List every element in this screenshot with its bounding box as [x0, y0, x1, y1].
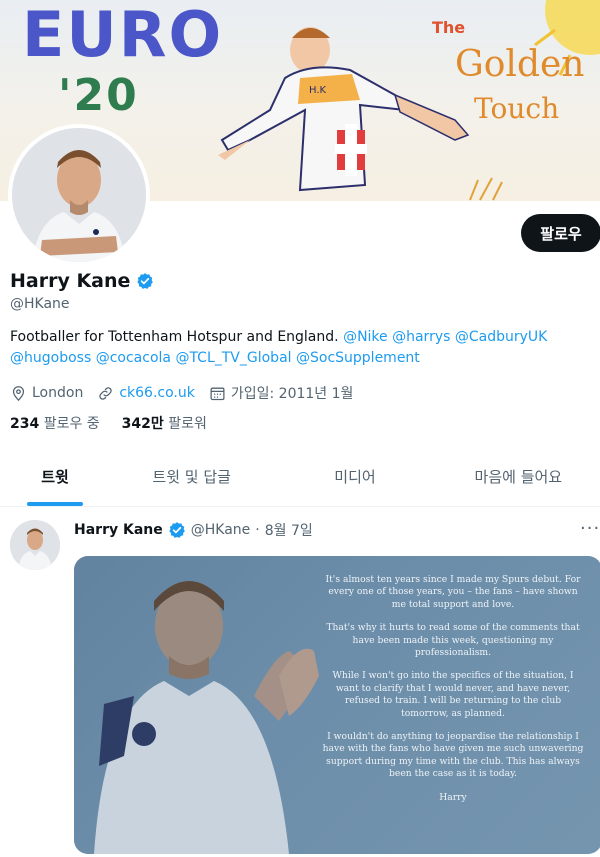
shirt-initials: H.K	[309, 85, 327, 96]
following-count: 234	[10, 416, 40, 432]
bio-text: Footballer for Tottenham Hotspur and Eng…	[10, 329, 339, 345]
bio-mention-socsupplement[interactable]: @SocSupplement	[296, 350, 420, 366]
calendar-icon	[210, 387, 225, 400]
profile-location: London	[10, 385, 83, 402]
statement-paragraph: It's almost ten years since I made my Sp…	[325, 574, 581, 610]
verified-badge-icon	[169, 522, 185, 538]
tweet-author-name[interactable]: Harry Kane	[74, 522, 163, 538]
profile-name: Harry Kane	[10, 270, 131, 292]
tweet-author-handle[interactable]: @HKane	[191, 522, 251, 538]
tab-media[interactable]: 미디어	[273, 447, 436, 506]
tweet-avatar[interactable]	[10, 520, 60, 570]
bio-mention-cadburyuk[interactable]: @CadburyUK	[455, 329, 547, 345]
more-icon[interactable]: ···	[580, 518, 600, 539]
profile-meta: London ck66.co.uk 가입일: 2011년 1월	[10, 383, 367, 403]
profile-bio: Footballer for Tottenham Hotspur and Eng…	[10, 327, 590, 369]
followers-stat[interactable]: 342만 팔로워	[122, 413, 207, 433]
location-text: London	[32, 385, 84, 401]
banner-touch-text: Touch	[474, 92, 560, 125]
website-link[interactable]: ck66.co.uk	[119, 385, 195, 401]
following-stat[interactable]: 234 팔로우 중	[10, 413, 100, 433]
profile-handle: @HKane	[10, 296, 70, 312]
following-label: 팔로우 중	[43, 416, 100, 432]
profile-name-row: Harry Kane	[10, 270, 154, 292]
profile-joined: 가입일: 2011년 1월	[209, 383, 354, 403]
bio-mention-hugoboss[interactable]: @hugoboss	[10, 350, 91, 366]
tweet-statement: It's almost ten years since I made my Sp…	[320, 574, 586, 815]
verified-badge-icon	[137, 273, 154, 289]
profile-avatar[interactable]	[8, 124, 150, 266]
followers-label: 팔로워	[168, 416, 207, 432]
link-icon	[99, 386, 113, 400]
profile-tabs: 트윗 트윗 및 답글 미디어 마음에 들어요	[0, 447, 600, 507]
tweet-date[interactable]: 8월 7일	[265, 520, 313, 540]
banner-golden-text: Golden	[455, 44, 585, 85]
avatar-image	[12, 128, 146, 262]
follow-button[interactable]: 팔로우	[521, 214, 600, 252]
statement-paragraph: While I won't go into the specifics of t…	[332, 670, 574, 719]
bio-mention-harrys[interactable]: @harrys	[392, 329, 450, 345]
joined-text: 가입일: 2011년 1월	[230, 386, 354, 402]
profile-stats: 234 팔로우 중 342만 팔로워	[10, 413, 207, 433]
statement-paragraph: That's why it hurts to read some of the …	[326, 622, 580, 659]
tab-likes[interactable]: 마음에 들어요	[437, 447, 600, 506]
location-pin-icon	[12, 385, 25, 401]
statement-paragraph: I wouldn't do anything to jeopardise the…	[322, 731, 584, 780]
banner-euro-text: EURO	[22, 0, 224, 71]
bio-mention-nike[interactable]: @Nike	[343, 329, 388, 345]
statement-signature: Harry	[439, 791, 467, 803]
banner-the-text: The	[432, 18, 466, 37]
followers-count: 342만	[121, 416, 164, 432]
bio-mention-cocacola[interactable]: @cocacola	[96, 350, 171, 366]
banner-year-text: '20	[58, 70, 139, 121]
tab-tweets[interactable]: 트윗	[0, 447, 110, 506]
tweet-separator: ·	[255, 522, 260, 538]
profile-website: ck66.co.uk	[97, 385, 195, 402]
tab-tweets-replies[interactable]: 트윗 및 답글	[110, 447, 273, 506]
tweet-media-image[interactable]: It's almost ten years since I made my Sp…	[74, 556, 600, 854]
bio-mention-tcl[interactable]: @TCL_TV_Global	[175, 350, 291, 366]
tweet-header: Harry Kane @HKane · 8월 7일	[74, 520, 313, 540]
